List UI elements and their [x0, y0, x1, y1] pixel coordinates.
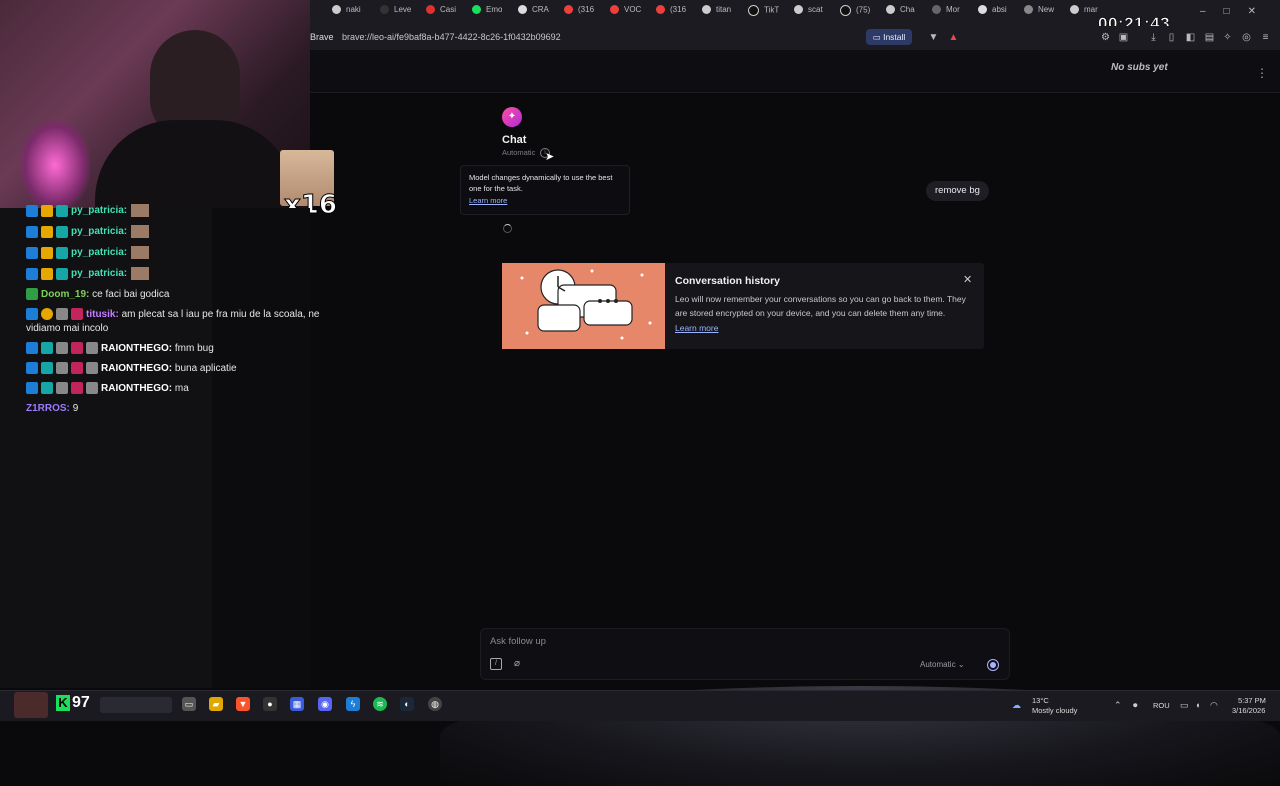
- search-box[interactable]: [100, 697, 172, 713]
- panel-icon[interactable]: ◧: [1185, 32, 1196, 43]
- chat-mode: Automatic: [502, 148, 536, 157]
- window-controls[interactable]: –□✕: [1200, 6, 1274, 17]
- file-explorer-icon[interactable]: ▰: [209, 697, 223, 711]
- monitor-icon: ▭: [872, 32, 884, 42]
- menu-icon[interactable]: ≡: [1260, 32, 1271, 43]
- browser-tab[interactable]: Casi: [426, 5, 456, 21]
- brave-shields-icon[interactable]: ▼: [928, 32, 939, 43]
- mouse-cursor-icon: ➤: [545, 151, 555, 163]
- browser-tab[interactable]: (316: [564, 5, 594, 21]
- obs-icon[interactable]: ●: [263, 697, 277, 711]
- header-status: No subs yet: [1111, 62, 1168, 73]
- language-indicator[interactable]: ROU: [1153, 701, 1170, 710]
- browser-tab[interactable]: VOC: [610, 5, 641, 21]
- messenger-icon[interactable]: ϟ: [346, 697, 360, 711]
- chat-message: Doom_19: ce faci bai godica: [26, 288, 356, 302]
- extensions-icon[interactable]: ⚙: [1100, 32, 1111, 43]
- vpn-icon[interactable]: ◎: [1241, 32, 1252, 43]
- record-app-icon[interactable]: ◍: [428, 697, 442, 711]
- download-icon[interactable]: ⤓: [1148, 32, 1159, 43]
- browser-tab[interactable]: Emo: [472, 5, 502, 21]
- weather-temp[interactable]: 13°C: [1032, 696, 1049, 705]
- clock-date[interactable]: 3/16/2026: [1232, 706, 1265, 715]
- browser-tab[interactable]: absi: [978, 5, 1007, 21]
- attach-icon[interactable]: ⌀: [514, 658, 520, 669]
- chevron-up-icon[interactable]: ⌃: [1114, 700, 1122, 711]
- weather-icon: ☁: [1012, 700, 1021, 710]
- wallet2-icon[interactable]: ▤: [1204, 32, 1215, 43]
- browser-tab[interactable]: New: [1024, 5, 1054, 21]
- wallet-icon[interactable]: ▣: [1118, 32, 1129, 43]
- display-icon[interactable]: ▭: [1180, 700, 1189, 711]
- kick-icon: K: [56, 695, 70, 711]
- conversation-history-learn-more-link[interactable]: Learn more: [675, 323, 718, 333]
- conversation-history-body: Leo will now remember your conversations…: [675, 294, 966, 318]
- browser-tab[interactable]: Cha: [886, 5, 915, 21]
- clock-time[interactable]: 5:37 PM: [1238, 696, 1266, 705]
- chat-message: RAIONTHEGO: fmm bug: [26, 342, 356, 356]
- browser-tab[interactable]: TikT: [748, 5, 779, 21]
- browser-tab[interactable]: Leve: [380, 5, 411, 21]
- conversation-history-illustration: [502, 263, 665, 349]
- chat-message: titusik: am plecat sa l iau pe fra miu d…: [26, 308, 356, 322]
- brand-label: Brave: [310, 32, 334, 42]
- emote-icon: [131, 225, 150, 238]
- leo-logo-icon: ✦: [502, 107, 522, 127]
- user-message-bubble: remove bg: [926, 181, 989, 201]
- emote-icon: [131, 246, 150, 259]
- loading-spinner-icon: [503, 224, 512, 233]
- url-field[interactable]: brave://leo-ai/fe9baf8a-b477-4422-8c26-1…: [342, 32, 561, 42]
- browser-tab[interactable]: titan: [702, 5, 731, 21]
- slash-command-icon[interactable]: /: [490, 658, 502, 670]
- chat-message: RAIONTHEGO: buna aplicatie: [26, 362, 356, 376]
- network-icon[interactable]: ◠: [1210, 700, 1218, 711]
- chat-message: py_patricia:: [26, 267, 356, 281]
- browser-tab[interactable]: scat: [794, 5, 823, 21]
- chat-message: RAIONTHEGO: ma: [26, 382, 356, 396]
- tooltip-learn-more-link[interactable]: Learn more: [469, 196, 507, 205]
- chat-message: py_patricia:: [26, 225, 356, 239]
- sidebar-icon[interactable]: ▯: [1166, 32, 1177, 43]
- chat-message: py_patricia:: [26, 246, 356, 260]
- chat-title: Chat: [502, 134, 527, 146]
- microphone-icon[interactable]: ⏺: [1133, 700, 1138, 711]
- install-button[interactable]: ▭ Install: [866, 29, 912, 45]
- calendar-app-icon[interactable]: ▦: [290, 697, 304, 711]
- leo-icon[interactable]: ✧: [1222, 32, 1233, 43]
- task-view-icon[interactable]: ▭: [182, 697, 196, 711]
- volume-icon[interactable]: ◖: [1195, 700, 1200, 710]
- chat-message: py_patricia:: [26, 204, 356, 218]
- browser-tab[interactable]: (316: [656, 5, 686, 21]
- emote-icon: [131, 267, 150, 280]
- steam-icon[interactable]: ◐: [400, 697, 414, 711]
- tooltip-text: Model changes dynamically to use the bes…: [469, 173, 613, 193]
- webcam-overlay: [0, 0, 310, 208]
- browser-tab[interactable]: CRA: [518, 5, 549, 21]
- chat-bubbles-clock-icon: [520, 269, 652, 340]
- chevron-down-icon: ⌄: [957, 660, 965, 669]
- composer: [480, 628, 1010, 680]
- browser-tab-active[interactable]: mar: [1070, 5, 1098, 21]
- close-icon[interactable]: ✕: [963, 273, 972, 286]
- weather-desc[interactable]: Mostly cloudy: [1032, 706, 1077, 715]
- chat-message: Z1RROS: 9: [26, 403, 79, 414]
- conversation-history-title: Conversation history: [675, 275, 781, 287]
- chat-message-continued: vidiamo mai incolo: [26, 323, 109, 334]
- browser-tab[interactable]: (75): [840, 5, 870, 21]
- brave-rewards-icon[interactable]: ▲: [948, 32, 959, 43]
- emote-icon: [131, 204, 150, 217]
- spotify-icon[interactable]: ≋: [373, 697, 387, 711]
- model-select[interactable]: Automatic ⌄: [920, 660, 965, 669]
- discord-icon[interactable]: ◉: [318, 697, 332, 711]
- more-options-icon[interactable]: ⋮: [1256, 66, 1268, 80]
- kick-score: K 97: [56, 694, 90, 712]
- browser-tab[interactable]: naki: [332, 5, 361, 21]
- ask-input[interactable]: Ask follow up: [490, 636, 546, 647]
- streamer-avatar: [14, 692, 48, 718]
- send-button[interactable]: [987, 659, 999, 671]
- browser-tab[interactable]: Mor: [932, 5, 960, 21]
- brave-browser-icon[interactable]: ▼: [236, 697, 250, 711]
